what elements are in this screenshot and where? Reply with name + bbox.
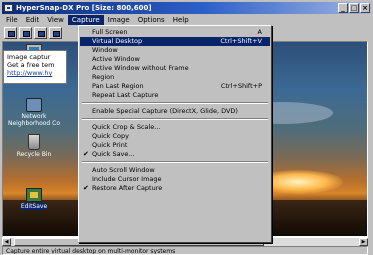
save-toolbar-button[interactable] xyxy=(19,27,32,39)
menu-item-full-screen[interactable]: Full Screen A xyxy=(80,28,270,37)
menu-item-restore-after-capture[interactable]: ✔ Restore After Capture xyxy=(80,184,270,193)
app-icon[interactable] xyxy=(4,4,13,12)
desktop-icon-label: Network Neighborhood Co xyxy=(7,113,61,127)
desktop-icon-network[interactable]: Network Neighborhood Co xyxy=(7,98,61,127)
note-line: Get a free tem xyxy=(7,61,55,69)
menu-image[interactable]: Image xyxy=(104,15,134,25)
menu-options[interactable]: Options xyxy=(134,15,169,25)
menu-item-enable-special-capture[interactable]: Enable Special Capture (DirectX, Glide, … xyxy=(80,107,270,116)
menu-item-label: Window xyxy=(92,46,118,54)
menu-item-label: Quick Print xyxy=(92,141,128,149)
menu-item-label: Pan Last Region xyxy=(92,82,144,90)
note-link[interactable]: http://www.hy xyxy=(7,69,63,77)
menu-bar: File Edit View Capture Image Options Hel… xyxy=(2,15,371,25)
recycle-bin-icon xyxy=(28,134,40,150)
menu-help[interactable]: Help xyxy=(169,15,193,25)
menu-item-label: Auto Scroll Window xyxy=(92,166,155,174)
menu-file[interactable]: File xyxy=(2,15,22,25)
capture-toolbar-button[interactable] xyxy=(4,27,17,39)
editsave-icon xyxy=(26,188,42,202)
menu-item-label: Restore After Capture xyxy=(92,184,163,192)
menu-item-label: Active Window without Frame xyxy=(92,64,189,72)
menu-item-label: Enable Special Capture (DirectX, Glide, … xyxy=(92,107,238,115)
menu-item-repeat-last-capture[interactable]: Repeat Last Capture xyxy=(80,91,270,100)
note-line: Image captur xyxy=(7,53,51,61)
app-window: HyperSnap-DX Pro [Size: 800,600] _ □ × F… xyxy=(0,0,373,255)
menu-item-virtual-desktop[interactable]: Virtual Desktop Ctrl+Shift+V xyxy=(80,37,270,46)
menu-item-shortcut: A xyxy=(257,28,262,36)
menu-view[interactable]: View xyxy=(43,15,68,25)
copy-toolbar-button[interactable] xyxy=(49,27,62,39)
menu-item-label: Include Cursor Image xyxy=(92,175,162,183)
minimize-button[interactable]: _ xyxy=(338,3,348,13)
menu-item-region[interactable]: Region xyxy=(80,73,270,82)
window-controls: _ □ × xyxy=(338,3,370,13)
desktop-icon-label: EditSave xyxy=(20,203,48,210)
menu-item-quick-save[interactable]: ✔ Quick Save... xyxy=(80,150,270,159)
info-note: Image captur Get a free tem http://www.h… xyxy=(3,50,67,84)
menu-item-label: Virtual Desktop xyxy=(92,37,143,45)
menu-item-pan-last-region[interactable]: Pan Last Region Ctrl+Shift+P xyxy=(80,82,270,91)
menu-item-quick-copy[interactable]: Quick Copy xyxy=(80,132,270,141)
scroll-left-icon[interactable]: ◀ xyxy=(2,238,11,246)
menu-item-auto-scroll-window[interactable]: Auto Scroll Window xyxy=(80,166,270,175)
menu-item-active-window[interactable]: Active Window xyxy=(80,55,270,64)
menu-item-active-window-no-frame[interactable]: Active Window without Frame xyxy=(80,64,270,73)
title-bar[interactable]: HyperSnap-DX Pro [Size: 800,600] _ □ × xyxy=(2,2,371,14)
menu-item-label: Quick Crop & Scale... xyxy=(92,123,161,131)
scroll-right-icon[interactable]: ▶ xyxy=(359,238,368,246)
menu-separator xyxy=(82,102,268,104)
checkmark-icon: ✔ xyxy=(83,184,89,192)
menu-capture[interactable]: Capture xyxy=(67,15,104,25)
menu-edit[interactable]: Edit xyxy=(22,15,44,25)
menu-item-include-cursor-image[interactable]: Include Cursor Image xyxy=(80,175,270,184)
toolbar xyxy=(2,26,70,40)
menu-item-label: Quick Save... xyxy=(92,150,135,158)
menu-separator xyxy=(82,161,268,163)
window-title: HyperSnap-DX Pro [Size: 800,600] xyxy=(16,4,152,12)
status-bar: Capture entire virtual desktop on multi-… xyxy=(2,246,368,255)
menu-item-label: Region xyxy=(92,73,115,81)
checkmark-icon: ✔ xyxy=(83,150,89,158)
desktop-icon-recycle-bin[interactable]: Recycle Bin xyxy=(7,134,61,158)
desktop-icon-editsave[interactable]: EditSave xyxy=(7,188,61,210)
menu-item-quick-print[interactable]: Quick Print xyxy=(80,141,270,150)
menu-item-shortcut: Ctrl+Shift+V xyxy=(220,37,262,45)
capture-menu-dropdown: Full Screen A Virtual Desktop Ctrl+Shift… xyxy=(78,25,272,243)
menu-item-label: Active Window xyxy=(92,55,140,63)
desktop-icon-label: Recycle Bin xyxy=(16,151,52,158)
menu-item-window[interactable]: Window xyxy=(80,46,270,55)
menu-item-label: Repeat Last Capture xyxy=(92,91,159,99)
close-button[interactable]: × xyxy=(360,3,370,13)
maximize-button[interactable]: □ xyxy=(349,3,359,13)
menu-item-label: Quick Copy xyxy=(92,132,129,140)
menu-item-shortcut: Ctrl+Shift+P xyxy=(220,82,262,90)
network-icon xyxy=(26,98,42,112)
print-toolbar-button[interactable] xyxy=(34,27,47,39)
menu-item-quick-crop-scale[interactable]: Quick Crop & Scale... xyxy=(80,123,270,132)
menu-separator xyxy=(82,118,268,120)
menu-item-label: Full Screen xyxy=(92,28,128,36)
